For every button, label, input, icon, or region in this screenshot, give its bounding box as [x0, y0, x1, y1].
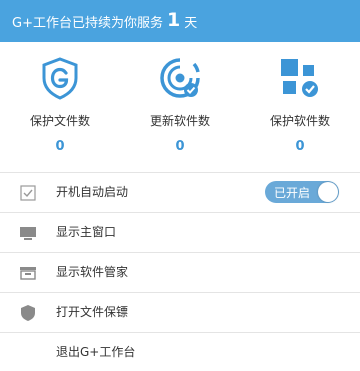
menu-item-label: 打开文件保镖 — [56, 305, 129, 319]
menu-item-open-file-protect[interactable]: 打开文件保镖 — [0, 292, 360, 332]
banner-suffix: 天 — [184, 15, 198, 31]
autostart-toggle[interactable]: 已开启 — [265, 181, 339, 203]
stats-panel: 保护文件数 0 更新软件数 0 保护软件数 0 — [0, 42, 360, 172]
service-banner: G+工作台已持续为你服务 1 天 — [0, 0, 360, 42]
stat-label: 更新软件数 — [149, 114, 210, 128]
tray-menu: 开机自动启动 已开启 显示主窗口 显示软件管家 打开文件保镖 退出G+工作台 — [0, 172, 360, 371]
menu-item-exit[interactable]: 退出G+工作台 — [0, 332, 360, 371]
stat-label: 保护软件数 — [269, 114, 330, 128]
stat-updated-software[interactable]: 更新软件数 0 — [120, 42, 240, 172]
monitor-icon — [20, 227, 36, 240]
tray-menu-window: G+工作台已持续为你服务 1 天 保护文件数 0 更新软件数 0 保护软件数 0… — [0, 0, 360, 371]
shield-icon — [21, 305, 35, 321]
menu-item-label: 显示主窗口 — [56, 225, 117, 239]
stat-protected-software[interactable]: 保护软件数 0 — [240, 42, 360, 172]
stat-label: 保护文件数 — [29, 114, 90, 128]
box-icon — [20, 267, 36, 280]
menu-item-show-main-window[interactable]: 显示主窗口 — [0, 212, 360, 252]
menu-item-label: 显示软件管家 — [56, 265, 129, 279]
toggle-label: 已开启 — [274, 186, 311, 200]
menu-item-autostart[interactable]: 开机自动启动 已开启 — [0, 172, 360, 212]
menu-item-show-software-manager[interactable]: 显示软件管家 — [0, 252, 360, 292]
checkbox-icon — [20, 185, 36, 201]
stat-value: 0 — [175, 139, 185, 154]
menu-item-label: 退出G+工作台 — [56, 345, 136, 359]
update-disc-icon — [160, 58, 200, 98]
banner-prefix: G+工作台已持续为你服务 — [12, 15, 163, 31]
stat-protected-files[interactable]: 保护文件数 0 — [0, 42, 120, 172]
stat-value: 0 — [295, 139, 305, 154]
banner-days: 1 — [166, 9, 181, 31]
menu-item-label: 开机自动启动 — [56, 185, 129, 199]
shield-g-icon — [42, 57, 78, 100]
app-tiles-icon — [281, 59, 318, 97]
stat-value: 0 — [55, 139, 65, 154]
toggle-knob — [318, 182, 338, 202]
